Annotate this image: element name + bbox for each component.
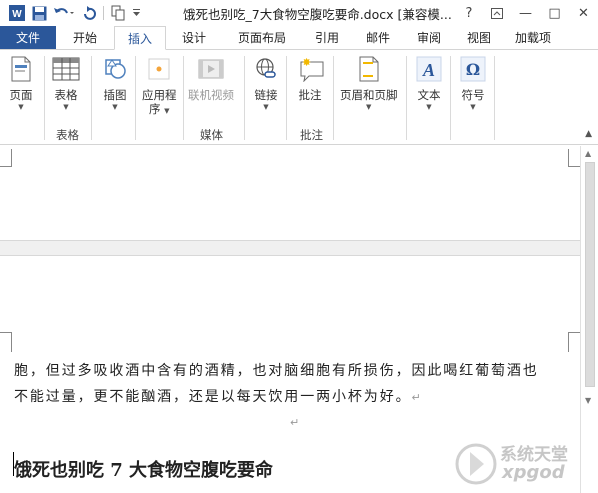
table-button[interactable]: 表格 ▼ [51, 54, 81, 111]
paragraph-mark: ↵ [290, 416, 300, 429]
link-button[interactable]: 链接 ▼ [251, 54, 281, 111]
tab-view[interactable]: 视图 [454, 26, 504, 49]
chevron-down-icon: ▼ [164, 107, 170, 115]
tab-design[interactable]: 设计 [166, 26, 222, 49]
margin-mark [0, 332, 12, 333]
margin-mark [568, 149, 569, 167]
tab-file[interactable]: 文件 [0, 26, 56, 49]
margin-mark [11, 149, 12, 167]
group-separator [91, 56, 92, 140]
online-video-button[interactable]: 联机视频 [188, 54, 234, 102]
svg-text:W: W [12, 9, 22, 20]
link-icon [251, 54, 281, 84]
restore-button[interactable]: □ [540, 0, 569, 26]
symbols-button[interactable]: Ω 符号 ▼ [458, 54, 488, 111]
margin-mark [568, 166, 580, 167]
body-text-line: 胞，但过多吸收酒中含有的酒精，也对脑细胞有所损伤，因此喝红葡萄酒也 [14, 363, 539, 379]
group-separator [406, 56, 407, 140]
tab-insert[interactable]: 插入 [114, 26, 166, 50]
save-icon[interactable] [28, 2, 50, 24]
svg-text:A: A [422, 60, 435, 80]
group-separator [494, 56, 495, 140]
margin-mark [568, 332, 580, 333]
scroll-up-icon[interactable]: ▲ [585, 149, 591, 158]
margin-mark [568, 332, 569, 352]
group-separator [286, 56, 287, 140]
tab-page-layout[interactable]: 页面布局 [222, 26, 302, 49]
tab-references[interactable]: 引用 [302, 26, 352, 49]
illustrations-button[interactable]: 插图 ▼ [100, 54, 130, 111]
undo-icon[interactable] [50, 2, 78, 24]
group-separator [244, 56, 245, 140]
group-separator [450, 56, 451, 140]
page-button[interactable]: 页面 ▼ [6, 54, 36, 111]
tab-mailings[interactable]: 邮件 [352, 26, 404, 49]
group-label-comments: 批注 [300, 128, 323, 142]
close-button[interactable]: ✕ [569, 0, 598, 26]
svg-text:✸: ✸ [302, 56, 311, 69]
help-button[interactable]: ? [456, 0, 482, 26]
omega-icon: Ω [458, 54, 488, 84]
group-separator [183, 56, 184, 140]
page-break-gap [0, 240, 580, 256]
ribbon-tabs: 文件 开始 插入 设计 页面布局 引用 邮件 审阅 视图 加载项 [0, 26, 598, 50]
chevron-down-icon: ▼ [470, 103, 476, 111]
chevron-down-icon: ▼ [112, 103, 118, 111]
qat-separator [103, 6, 104, 20]
header-footer-button[interactable]: 页眉和页脚 ▼ [340, 54, 398, 111]
page-icon [6, 54, 36, 84]
comment-button[interactable]: ✸ 批注 [295, 54, 325, 102]
group-separator [135, 56, 136, 140]
redo-icon[interactable] [78, 2, 100, 24]
tab-review[interactable]: 审阅 [404, 26, 454, 49]
apps-button[interactable]: 应用程 序 ▼ [142, 54, 177, 116]
group-separator [44, 56, 45, 140]
margin-mark [0, 166, 12, 167]
header-footer-icon [354, 54, 384, 84]
word-window: W 饿死也别吃_7大食物空腹吃要命.docx [兼容模... ? — □ ✕ 文… [0, 0, 598, 493]
store-icon [144, 54, 174, 84]
chevron-down-icon: ▼ [426, 103, 432, 111]
margin-mark [11, 332, 12, 352]
text-button[interactable]: A 文本 ▼ [414, 54, 444, 111]
minimize-button[interactable]: — [511, 0, 540, 26]
site-watermark: 系统天堂 xpgod [454, 438, 594, 490]
customize-qat-icon[interactable] [129, 2, 143, 24]
document-title: 饿死也别吃_7大食物空腹吃要命.docx [兼容模... [183, 7, 452, 22]
chevron-down-icon: ▼ [63, 103, 69, 111]
paragraph-mark: ↵ [411, 391, 423, 404]
word-logo-icon[interactable]: W [6, 2, 28, 24]
quick-access-toolbar: W [0, 0, 143, 26]
group-label-media: 媒体 [200, 128, 223, 142]
chevron-down-icon: ▼ [366, 103, 372, 111]
ribbon-insert: 页面 ▼ 表格 ▼ 表格 插图 ▼ 应用程 序 ▼ 联机视频 媒体 链接 ▼ ✸… [0, 50, 598, 145]
chevron-down-icon: ▼ [263, 103, 269, 111]
body-text-line: 不能过量，更不能酗酒，还是以每天饮用一两小杯为好。↵ [14, 389, 423, 405]
text-box-icon: A [414, 54, 444, 84]
table-icon [51, 54, 81, 84]
new-comment-icon: ✸ [295, 54, 325, 84]
tab-home[interactable]: 开始 [56, 26, 114, 49]
chevron-down-icon: ▼ [18, 103, 24, 111]
group-label-tables: 表格 [56, 128, 79, 142]
film-icon [196, 54, 226, 84]
scroll-down-icon[interactable]: ▼ [585, 396, 591, 405]
window-controls: ? — □ ✕ [456, 0, 598, 26]
watermark-domain: xpgod [502, 462, 565, 483]
document-heading: 饿死也别吃 7 大食物空腹吃要命 [14, 460, 274, 481]
svg-text:Ω: Ω [466, 60, 480, 79]
scroll-thumb[interactable] [585, 162, 595, 387]
tab-add-ins[interactable]: 加载项 [504, 26, 562, 49]
ribbon-display-options-icon[interactable] [482, 0, 511, 26]
title-bar: W 饿死也别吃_7大食物空腹吃要命.docx [兼容模... ? — □ ✕ [0, 0, 598, 26]
group-separator [333, 56, 334, 140]
collapse-ribbon-icon[interactable]: ▲ [585, 129, 592, 139]
shapes-icon [100, 54, 130, 84]
touch-mode-icon[interactable] [107, 2, 129, 24]
